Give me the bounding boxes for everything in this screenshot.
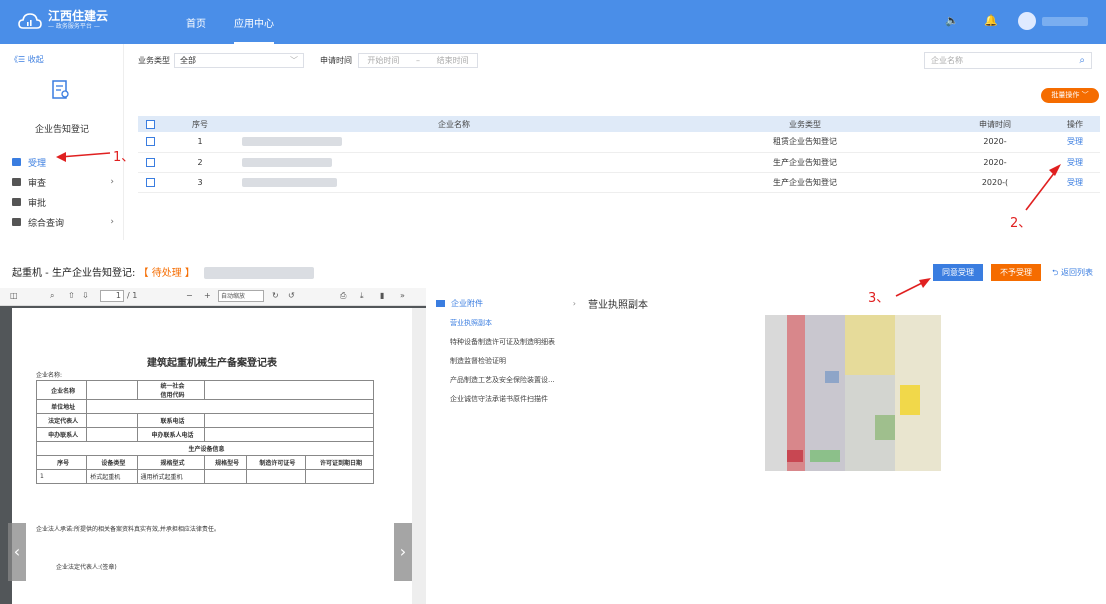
document-title: 建筑起重机械生产备案登记表 [147,358,277,369]
company-label: 企业名称: [36,372,63,379]
chevron-right-icon: › [572,299,576,308]
attachment-folder[interactable]: 企业附件 › [436,298,576,309]
more-tools-icon[interactable]: » [400,291,405,300]
pdf-viewer: ◫ ⌕ ⇧ ⇩ 1 / 1 − + 自动缩放 ↻ ↺ ⎙ ⤓ ▮ » 建筑起重机… [0,288,426,604]
download-icon[interactable]: ⤓ [360,291,364,301]
detail-title: 起重机 - 生产企业告知登记: 【 待处理 】 [12,264,315,279]
pdf-scrollbar[interactable] [412,308,426,604]
previous-page-icon[interactable]: ⇧ [68,291,75,300]
bookmark-icon[interactable]: ▮ [380,291,384,300]
attachment-item[interactable]: 特种设备制造许可证及制造明细表 [450,337,576,347]
print-icon[interactable]: ⎙ [340,291,346,301]
reject-button[interactable]: 不予受理 [991,264,1041,281]
attachment-panel: 企业附件 › 营业执照副本 特种设备制造许可证及制造明细表 制造监督检验证明 产品… [436,298,576,404]
annotation-1: 1、 [113,150,135,165]
rotate-back-icon[interactable]: ↺ [288,291,295,300]
zoom-in-icon[interactable]: + [204,291,211,300]
search-icon[interactable]: ⌕ [50,291,54,301]
pdf-next-arrow-icon[interactable]: › [394,523,412,581]
promise-text: 企业法人承诺:所提供的相关备案资料真实有效,并承担相应法律责任。 [36,526,220,533]
business-license-image [765,315,941,471]
document-table: 企业名称 统一社会 信用代码 单位地址 法定代表人 联系电话 申办联系人 申办联系人电… [35,380,375,484]
page-number-input[interactable]: 1 [100,290,124,302]
back-to-list-link[interactable]: ⮌ 返回列表 [1052,267,1093,281]
company-name-redacted [204,267,315,279]
annotation-2: 2、 [1010,216,1032,231]
attachment-item[interactable]: 企业诚信守法承诺书原件扫描件 [450,394,576,404]
attachment-item[interactable]: 制造监督检验证明 [450,356,576,366]
pdf-toolbar: ◫ ⌕ ⇧ ⇩ 1 / 1 − + 自动缩放 ↻ ↺ ⎙ ⤓ ▮ » [0,288,426,306]
signature-line: 企业法定代表人:(签章) [56,564,117,571]
status-badge: 【 待处理 】 [138,268,195,279]
annotation-3: 3、 [868,291,890,306]
zoom-select[interactable]: 自动缩放 [218,290,264,302]
page-total: / 1 [127,291,138,300]
agree-accept-button[interactable]: 同意受理 [933,264,983,281]
folder-icon [436,300,445,307]
attachment-item[interactable]: 产品制造工艺及安全保险装置设... [450,375,576,385]
pdf-page: 建筑起重机械生产备案登记表 企业名称: 企业名称 统一社会 信用代码 单位地址 法… [12,308,412,604]
next-page-icon[interactable]: ⇩ [82,291,89,300]
zoom-out-icon[interactable]: − [186,291,193,300]
sidebar-toggle-icon[interactable]: ◫ [10,291,18,300]
attachment-preview-title: 营业执照副本 [588,300,648,311]
attachment-item[interactable]: 营业执照副本 [450,318,576,328]
pdf-prev-arrow-icon[interactable]: ‹ [8,523,26,581]
rotate-icon[interactable]: ↻ [272,291,279,300]
